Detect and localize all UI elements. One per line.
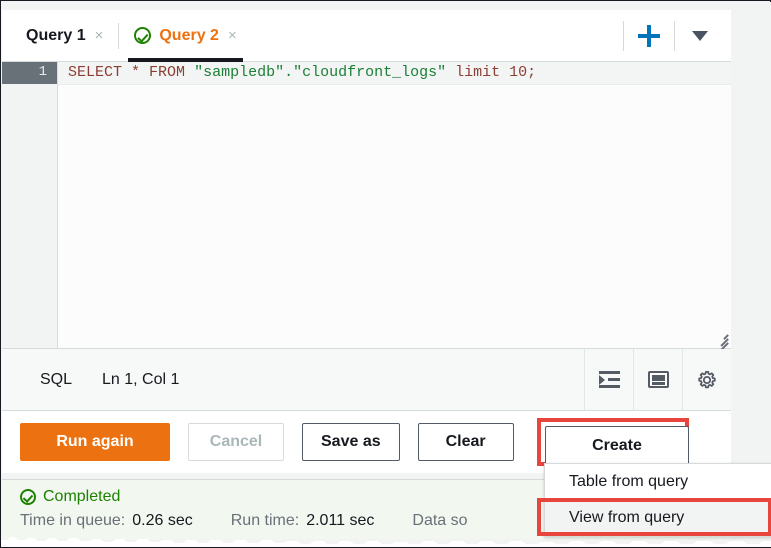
query-tab-strip: Query 1 × Query 2 ×: [2, 10, 731, 62]
code-line-1[interactable]: SELECT * FROM "sampledb"."cloudfront_log…: [58, 62, 731, 85]
tab-actions: [621, 10, 731, 61]
editor-line-number: 1: [2, 62, 57, 84]
menu-item-table-from-query[interactable]: Table from query: [545, 464, 771, 500]
tab-divider: [118, 23, 119, 49]
keyboard-shortcuts-icon: [648, 371, 669, 388]
check-circle-icon: [134, 27, 151, 44]
tab-action-divider-left: [623, 21, 624, 51]
torn-edge-decoration: [1, 531, 771, 547]
sql-editor[interactable]: 1 SELECT * FROM "sampledb"."cloudfront_l…: [2, 62, 731, 349]
tab-query-1-label: Query 1: [26, 27, 86, 45]
create-button-highlight: Create: [537, 418, 689, 466]
tab-overflow-menu-button[interactable]: [677, 14, 723, 58]
create-button-label: Create: [592, 437, 642, 455]
athena-query-editor-screenshot: Query 1 × Query 2 × 1 SELECT *: [0, 0, 771, 548]
sql-star: *: [122, 64, 149, 81]
create-dropdown-menu: Table from query View from query: [544, 463, 771, 537]
editor-status-left: SQL Ln 1, Col 1: [2, 371, 584, 389]
editor-language-label: SQL: [40, 371, 72, 389]
data-scanned-label: Data so: [412, 512, 467, 530]
save-as-button[interactable]: Save as: [302, 423, 400, 461]
format-query-icon: [599, 371, 620, 388]
sql-keyword-limit: limit: [446, 64, 509, 81]
editor-code-area[interactable]: SELECT * FROM "sampledb"."cloudfront_log…: [57, 62, 731, 348]
plus-icon: [638, 25, 660, 47]
cancel-button: Cancel: [188, 423, 284, 461]
tab-query-2-label: Query 2: [159, 27, 219, 45]
editor-gutter-empty: [2, 84, 57, 348]
tab-action-divider-right: [674, 21, 675, 51]
editor-resize-handle[interactable]: [714, 331, 728, 345]
create-button[interactable]: Create: [545, 426, 689, 466]
top-gray-filler: [2, 2, 731, 10]
editor-status-icons: [584, 349, 731, 410]
query-status-label: Completed: [43, 488, 120, 506]
sql-semicolon: ;: [527, 64, 536, 81]
run-time-value: 2.011 sec: [306, 512, 374, 530]
time-in-queue-value: 0.26 sec: [132, 512, 192, 530]
run-again-button[interactable]: Run again: [20, 423, 170, 461]
sql-keyword-select: SELECT: [68, 64, 122, 81]
keyboard-shortcuts-button[interactable]: [633, 349, 682, 410]
check-circle-icon: [20, 489, 36, 505]
tab-query-1[interactable]: Query 1 ×: [16, 10, 113, 61]
chevron-down-icon: [692, 31, 708, 41]
format-query-button[interactable]: [584, 349, 633, 410]
time-in-queue-label: Time in queue:: [20, 512, 125, 530]
add-query-tab-button[interactable]: [626, 14, 672, 58]
sql-limit-value: 10: [509, 64, 527, 81]
editor-status-bar: SQL Ln 1, Col 1: [2, 349, 731, 411]
clear-button[interactable]: Clear: [418, 423, 514, 461]
editor-settings-button[interactable]: [682, 349, 731, 410]
sql-keyword-from: FROM: [149, 64, 185, 81]
tab-query-2[interactable]: Query 2 ×: [124, 10, 246, 61]
editor-cursor-position: Ln 1, Col 1: [102, 371, 179, 389]
tab-query-2-close-icon[interactable]: ×: [228, 28, 237, 43]
query-tabs: Query 1 × Query 2 ×: [2, 10, 621, 61]
tab-query-1-close-icon[interactable]: ×: [95, 28, 104, 43]
sql-table-reference: "sampledb"."cloudfront_logs": [194, 64, 446, 81]
gear-icon: [697, 370, 717, 390]
run-time-label: Run time:: [231, 512, 299, 530]
sql-space: [185, 64, 194, 81]
